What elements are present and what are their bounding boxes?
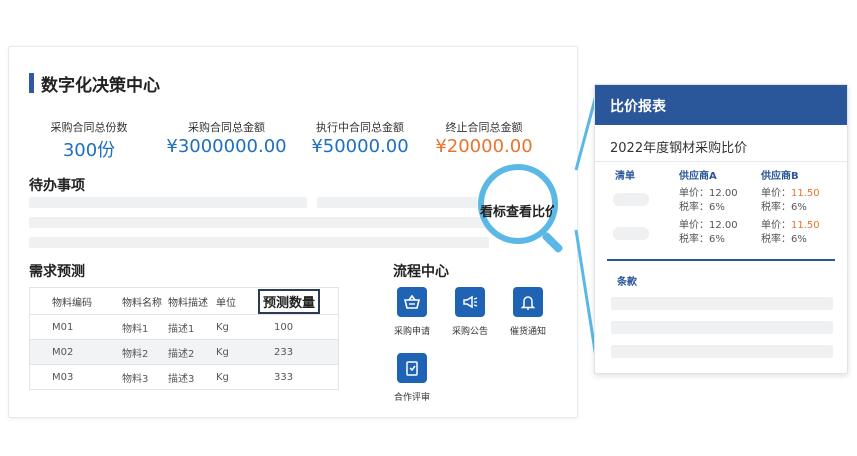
clipboard-check-icon [397, 353, 427, 383]
divider [595, 161, 847, 162]
stat-contract-total: 采购合同总金额 ¥3000000.00 [159, 119, 294, 157]
stat-terminated-total: 终止合同总金额 ¥20000.00 [429, 119, 539, 157]
column-header: 物料编码 [52, 297, 92, 309]
table-header-row: 物料编码 物料名称 物料描述 单位 预测数量 [30, 288, 338, 314]
unit-price: 单价：11.50 [761, 220, 820, 231]
unit-price: 单价：12.00 [679, 220, 738, 231]
terms-placeholder [611, 321, 833, 334]
table-cell: 物料3 [122, 373, 149, 385]
column-header: 物料名称 [122, 297, 162, 309]
table-cell: 333 [274, 371, 294, 383]
stat-contract-count: 采购合同总份数 300份 [44, 119, 134, 162]
table-cell: M03 [52, 371, 74, 383]
table-cell: M02 [52, 346, 74, 358]
table-row[interactable]: M02 物料2 描述2 Kg 233 [30, 339, 338, 364]
process-label: 合作评审 [393, 393, 430, 403]
price-report-panel: 比价报表 2022年度钢材采购比价 清单 供应商A 供应商B 单价：12.00 … [594, 84, 848, 374]
table-cell: 100 [274, 321, 294, 333]
stat-value: ¥20000.00 [435, 136, 533, 157]
terms-placeholder [611, 345, 833, 358]
column-header: 单位 [216, 297, 236, 309]
table-cell: Kg [216, 371, 229, 383]
price-report-subtitle: 2022年度钢材采购比价 [610, 141, 748, 156]
basket-icon [397, 287, 427, 317]
unit-price: 单价：12.00 [679, 188, 738, 199]
stat-value: ¥50000.00 [311, 136, 409, 157]
forecast-section-title: 需求预测 [29, 264, 85, 280]
todo-placeholder [317, 197, 477, 208]
table-cell: 物料2 [122, 348, 149, 360]
table-cell: 描述3 [168, 373, 195, 385]
supplier-b-row-2: 单价：11.50 税率：6% [761, 219, 820, 247]
best-price: 11.50 [791, 220, 820, 231]
terms-label: 条款 [617, 277, 637, 288]
magnifier-text: 看标查看比价 [480, 205, 554, 220]
tax-rate: 税率：6% [679, 202, 725, 213]
supplier-b-row-1: 单价：11.50 税率：6% [761, 187, 820, 215]
stat-label: 执行中合同总金额 [316, 121, 404, 134]
tax-rate: 税率：6% [761, 202, 807, 213]
stat-value: ¥3000000.00 [166, 136, 287, 157]
table-cell: Kg [216, 346, 229, 358]
column-header-supplier-a: 供应商A [679, 171, 717, 182]
table-cell: 233 [274, 346, 294, 358]
tax-rate: 税率：6% [679, 234, 725, 245]
table-cell: 物料1 [122, 323, 149, 335]
magnifier-handle [541, 231, 564, 254]
table-row[interactable]: M01 物料1 描述1 Kg 100 [30, 314, 338, 339]
table-cell: 描述2 [168, 348, 195, 360]
todo-placeholder [29, 197, 307, 208]
unit-price: 单价：11.50 [761, 188, 820, 199]
page-title: 数字化决策中心 [41, 76, 160, 96]
todo-section-title: 待办事项 [29, 178, 85, 194]
stat-label: 采购合同总金额 [188, 121, 265, 134]
process-cooperation-review[interactable]: 合作评审 [377, 353, 447, 403]
process-section-title: 流程中心 [393, 264, 449, 280]
todo-placeholder [29, 237, 489, 248]
terms-placeholder [611, 297, 833, 310]
table-cell: M01 [52, 321, 74, 333]
column-header-supplier-b: 供应商B [761, 171, 799, 182]
section-divider [607, 259, 835, 261]
stat-value: 300份 [62, 140, 116, 161]
table-cell: Kg [216, 321, 229, 333]
column-header: 物料描述 [168, 297, 208, 309]
forecast-table: 物料编码 物料名称 物料描述 单位 预测数量 M01 物料1 描述1 Kg 10… [29, 287, 339, 390]
list-item-placeholder [613, 227, 649, 240]
table-row[interactable]: M03 物料3 描述3 Kg 333 [30, 364, 338, 389]
bell-icon [513, 287, 543, 317]
stat-label: 采购合同总份数 [50, 121, 128, 134]
supplier-a-row-1: 单价：12.00 税率：6% [679, 187, 738, 215]
megaphone-icon [455, 287, 485, 317]
best-price: 11.50 [791, 188, 820, 199]
price-report-header: 比价报表 [595, 85, 847, 125]
todo-placeholder [29, 217, 489, 228]
column-header-list: 清单 [615, 171, 635, 182]
column-header-forecast-qty: 预测数量 [256, 288, 340, 314]
tax-rate: 税率：6% [761, 234, 807, 245]
stat-label: 终止合同总金额 [445, 121, 523, 134]
magnifier[interactable]: 看标查看比价 [478, 164, 566, 254]
list-item-placeholder [613, 193, 649, 206]
table-cell: 描述1 [168, 323, 195, 335]
forecast-qty-highlight: 预测数量 [258, 288, 321, 314]
supplier-a-row-2: 单价：12.00 税率：6% [679, 219, 738, 247]
title-accent-bar [29, 73, 34, 93]
stat-executing-total: 执行中合同总金额 ¥50000.00 [305, 119, 415, 157]
